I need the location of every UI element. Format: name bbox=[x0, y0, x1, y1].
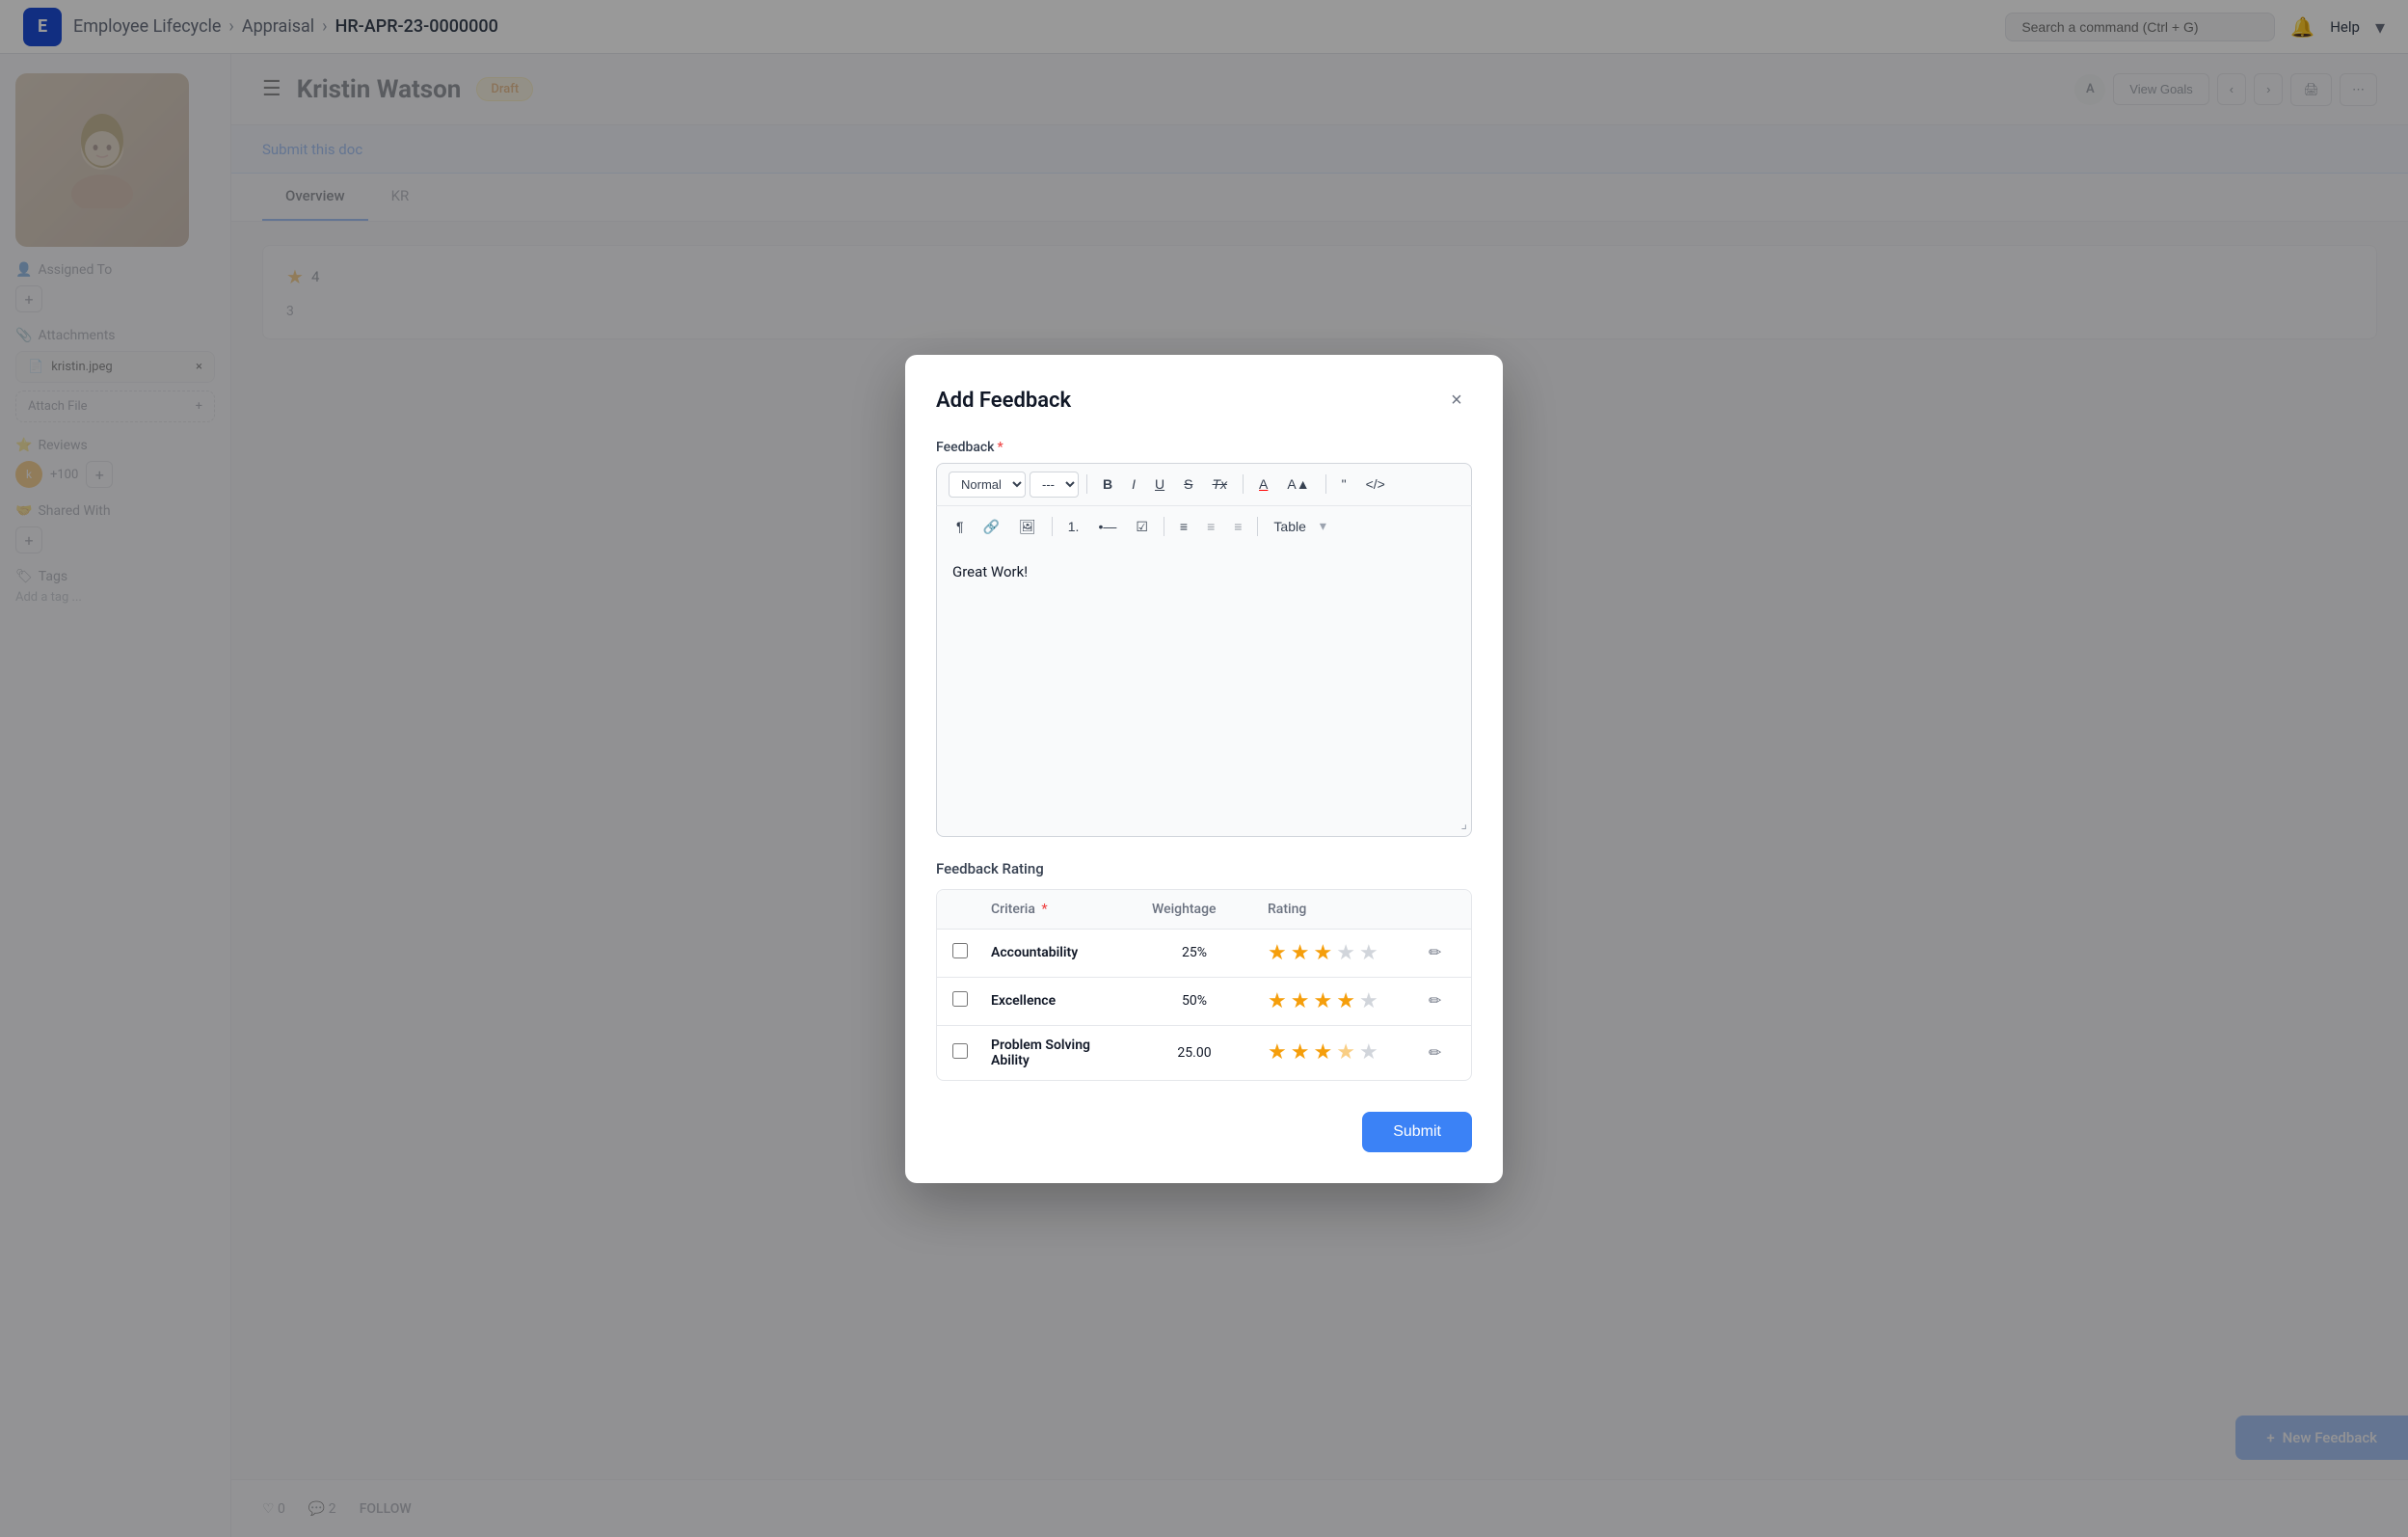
underline-button[interactable]: U bbox=[1147, 472, 1172, 497]
align-left-button[interactable]: ≡ bbox=[1172, 514, 1195, 539]
align-center-button[interactable]: ≡ bbox=[1199, 514, 1222, 539]
row3-criteria: Problem Solving Ability bbox=[976, 1026, 1137, 1080]
modal-header: Add Feedback × bbox=[936, 386, 1472, 417]
feedback-rating-section: Feedback Rating Criteria * Weightage Rat… bbox=[936, 860, 1472, 1081]
link-button[interactable]: 🔗 bbox=[976, 514, 1007, 540]
th-actions bbox=[1413, 890, 1471, 929]
bullet-list-button[interactable]: •— bbox=[1090, 514, 1124, 539]
th-rating: Rating bbox=[1252, 890, 1413, 929]
table-chevron-icon: ▾ bbox=[1320, 519, 1326, 534]
checklist-button[interactable]: ☑ bbox=[1128, 514, 1156, 540]
row2-criteria: Excellence bbox=[976, 982, 1137, 1020]
row1-rating: ★ ★ ★ ★ ★ bbox=[1252, 930, 1413, 977]
row2-checkbox[interactable] bbox=[952, 991, 968, 1007]
row2-edit-button[interactable]: ✏ bbox=[1429, 991, 1441, 1011]
row2-edit-cell: ✏ bbox=[1413, 980, 1471, 1022]
row3-weightage: 25.00 bbox=[1137, 1034, 1252, 1072]
row3-rating: ★ ★ ★ ★ ★ bbox=[1252, 1029, 1413, 1076]
row3-edit-cell: ✏ bbox=[1413, 1032, 1471, 1074]
row1-criteria: Accountability bbox=[976, 933, 1137, 972]
add-feedback-modal: Add Feedback × Feedback* Normal --- B I … bbox=[905, 355, 1503, 1183]
star-3-4[interactable]: ★ bbox=[1336, 1040, 1355, 1065]
paragraph-button[interactable]: ¶ bbox=[949, 514, 972, 539]
rating-table: Criteria * Weightage Rating Accountabili… bbox=[936, 889, 1472, 1081]
modal-overlay: Add Feedback × Feedback* Normal --- B I … bbox=[0, 0, 2408, 1537]
row1-weightage: 25% bbox=[1137, 933, 1252, 972]
row2-stars: ★ ★ ★ ★ ★ bbox=[1268, 989, 1398, 1013]
star-2-1[interactable]: ★ bbox=[1268, 989, 1287, 1013]
editor-toolbar-2: ¶ 🔗 🖼 1. •— ☑ ≡ ≡ ≡ Table ▾ bbox=[936, 505, 1472, 548]
star-1-3[interactable]: ★ bbox=[1313, 941, 1332, 965]
row1-edit-cell: ✏ bbox=[1413, 931, 1471, 974]
row2-checkbox-cell bbox=[937, 980, 976, 1022]
align-right-button[interactable]: ≡ bbox=[1226, 514, 1249, 539]
font-color-button[interactable]: A bbox=[1251, 472, 1275, 497]
editor-toolbar: Normal --- B I U S Tx A A▲ " </> bbox=[936, 463, 1472, 505]
size-select[interactable]: --- bbox=[1030, 472, 1079, 498]
star-2-4[interactable]: ★ bbox=[1336, 989, 1355, 1013]
row2-weightage: 50% bbox=[1137, 982, 1252, 1020]
row3-checkbox[interactable] bbox=[952, 1043, 968, 1059]
italic-button[interactable]: I bbox=[1124, 472, 1143, 497]
star-2-2[interactable]: ★ bbox=[1291, 989, 1310, 1013]
modal-footer: Submit bbox=[936, 1112, 1472, 1152]
format-select[interactable]: Normal bbox=[949, 472, 1026, 498]
resize-handle[interactable]: ⌟ bbox=[1460, 817, 1467, 832]
row1-checkbox[interactable] bbox=[952, 943, 968, 958]
ordered-list-button[interactable]: 1. bbox=[1060, 514, 1087, 539]
row3-checkbox-cell bbox=[937, 1032, 976, 1074]
star-2-3[interactable]: ★ bbox=[1313, 989, 1332, 1013]
star-3-2[interactable]: ★ bbox=[1291, 1040, 1310, 1065]
th-criteria: Criteria * bbox=[976, 890, 1137, 929]
toolbar-sep-1 bbox=[1086, 474, 1087, 494]
row3-stars: ★ ★ ★ ★ ★ bbox=[1268, 1040, 1398, 1065]
star-1-4[interactable]: ★ bbox=[1336, 941, 1355, 965]
star-3-1[interactable]: ★ bbox=[1268, 1040, 1287, 1065]
feedback-editor[interactable]: Great Work! ⌟ bbox=[936, 548, 1472, 837]
star-1-2[interactable]: ★ bbox=[1291, 941, 1310, 965]
table-header-row: Criteria * Weightage Rating bbox=[937, 890, 1471, 930]
row1-checkbox-cell bbox=[937, 931, 976, 974]
strikethrough-button[interactable]: S bbox=[1176, 472, 1200, 497]
clear-format-button[interactable]: Tx bbox=[1204, 472, 1235, 497]
toolbar-sep-6 bbox=[1257, 517, 1258, 536]
star-1-1[interactable]: ★ bbox=[1268, 941, 1287, 965]
star-3-3[interactable]: ★ bbox=[1313, 1040, 1332, 1065]
th-checkbox bbox=[937, 890, 976, 929]
feedback-field: Feedback* Normal --- B I U S Tx A A▲ bbox=[936, 440, 1472, 837]
toolbar-sep-3 bbox=[1325, 474, 1326, 494]
star-3-5[interactable]: ★ bbox=[1359, 1040, 1378, 1065]
row1-stars: ★ ★ ★ ★ ★ bbox=[1268, 941, 1398, 965]
close-button[interactable]: × bbox=[1441, 386, 1472, 417]
table-row: Accountability 25% ★ ★ ★ ★ ★ ✏ bbox=[937, 930, 1471, 978]
highlight-button[interactable]: A▲ bbox=[1279, 472, 1317, 497]
th-weightage: Weightage bbox=[1137, 890, 1252, 929]
feedback-label: Feedback* bbox=[936, 440, 1472, 455]
star-2-5[interactable]: ★ bbox=[1359, 989, 1378, 1013]
blockquote-button[interactable]: " bbox=[1334, 472, 1354, 497]
row1-edit-button[interactable]: ✏ bbox=[1429, 943, 1441, 962]
star-1-5[interactable]: ★ bbox=[1359, 941, 1378, 965]
table-button[interactable]: Table bbox=[1266, 514, 1313, 539]
code-button[interactable]: </> bbox=[1358, 472, 1393, 497]
image-button[interactable]: 🖼 bbox=[1011, 514, 1044, 540]
bold-button[interactable]: B bbox=[1095, 472, 1120, 497]
row3-edit-button[interactable]: ✏ bbox=[1429, 1043, 1441, 1063]
modal-title: Add Feedback bbox=[936, 389, 1071, 413]
toolbar-sep-4 bbox=[1052, 517, 1053, 536]
row2-rating: ★ ★ ★ ★ ★ bbox=[1252, 978, 1413, 1025]
feedback-rating-label: Feedback Rating bbox=[936, 860, 1472, 877]
table-row: Problem Solving Ability 25.00 ★ ★ ★ ★ ★ … bbox=[937, 1026, 1471, 1080]
submit-button[interactable]: Submit bbox=[1362, 1112, 1472, 1152]
toolbar-sep-2 bbox=[1243, 474, 1244, 494]
table-row: Excellence 50% ★ ★ ★ ★ ★ ✏ bbox=[937, 978, 1471, 1026]
